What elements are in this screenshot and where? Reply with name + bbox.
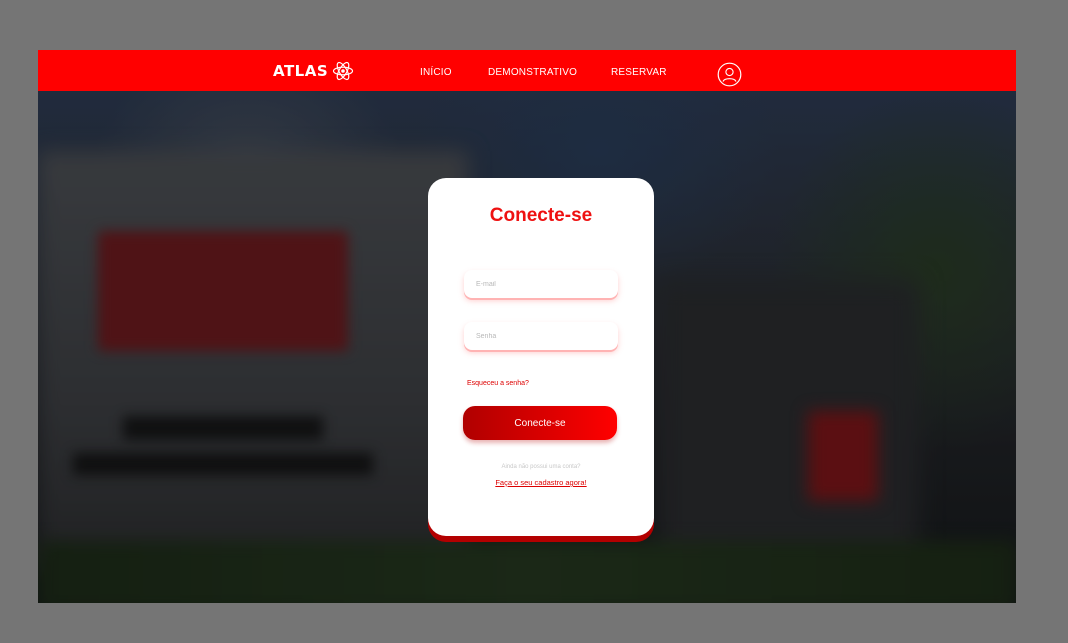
- forgot-password-link[interactable]: Esqueceu a senha?: [467, 380, 529, 387]
- password-input[interactable]: [464, 322, 618, 350]
- app-frame: ATLAS INÍCIO DEMONSTRATIVO RESERVAR Cone: [38, 50, 1016, 603]
- no-account-text: Ainda não possui uma conta?: [501, 464, 581, 470]
- nav-link-reservar[interactable]: RESERVAR: [611, 67, 667, 78]
- email-input[interactable]: [464, 270, 618, 298]
- logo-text: ATLAS: [273, 62, 329, 80]
- nav-link-demonstrativo[interactable]: DEMONSTRATIVO: [488, 67, 577, 78]
- signup-link[interactable]: Faça o seu cadastro agora!: [428, 478, 654, 487]
- logo[interactable]: ATLAS: [273, 60, 354, 82]
- atom-icon: [332, 60, 354, 82]
- login-button[interactable]: Conecte-se: [463, 406, 617, 440]
- login-card: Conecte-se Esqueceu a senha? Conecte-se …: [428, 178, 654, 536]
- nav-link-inicio[interactable]: INÍCIO: [420, 67, 452, 78]
- login-title: Conecte-se: [489, 205, 593, 226]
- top-navbar: ATLAS INÍCIO DEMONSTRATIVO RESERVAR: [38, 50, 1016, 91]
- user-profile-icon[interactable]: [717, 62, 742, 87]
